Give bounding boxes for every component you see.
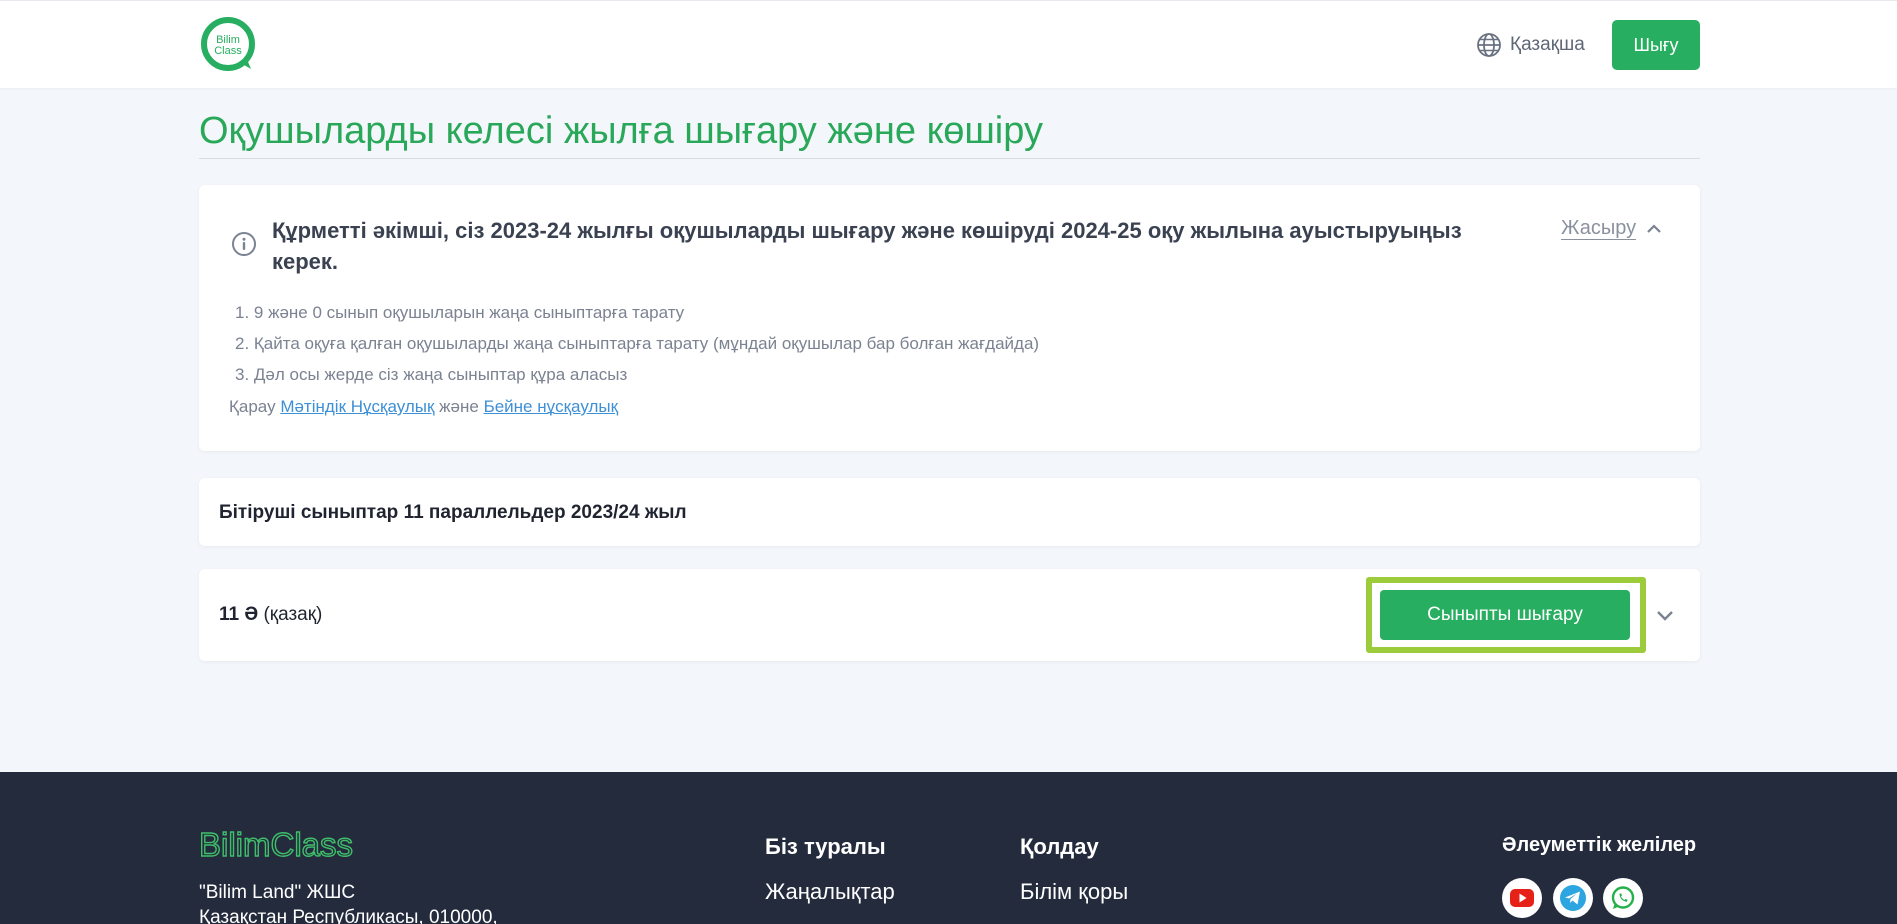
globe-icon	[1477, 33, 1501, 57]
class-language: (қазақ)	[263, 604, 323, 625]
support-title: Қолдау	[1020, 834, 1099, 859]
text-guide-link[interactable]: Мәтіндік Нұсқаулық	[280, 397, 434, 416]
hide-label: Жасыру	[1561, 217, 1637, 240]
exit-button[interactable]: Шығу	[1612, 20, 1700, 70]
list-item: 3. Дәл осы жерде сіз жаңа сыныптар құра …	[235, 365, 628, 384]
company-name: "Bilim Land" ЖШС	[199, 882, 356, 903]
bilimclass-logo[interactable]: Bilim Class	[199, 15, 257, 73]
knowledge-base-link[interactable]: Білім қоры	[1020, 879, 1128, 905]
hide-toggle[interactable]: Жасыру	[1561, 217, 1662, 240]
list-item: 2. Қайта оқуға қалған оқушыларды жаңа сы…	[235, 334, 1040, 353]
about-title: Біз туралы	[765, 834, 886, 859]
youtube-icon	[1510, 889, 1534, 907]
info-panel: Құрметті әкімші, сіз 2023-24 жылғы оқушы…	[199, 185, 1700, 451]
release-class-button[interactable]: Сыныпты шығару	[1380, 590, 1630, 640]
chevron-up-icon	[1647, 223, 1661, 233]
chevron-down-icon[interactable]	[1654, 604, 1676, 626]
guides-row: Қарау Мәтіндік Нұсқаулық және Бейне нұсқ…	[229, 397, 618, 417]
graduating-classes-panel: Бітіруші сыныптар 11 параллельдер 2023/2…	[199, 478, 1700, 546]
class-number: 11 Ә	[219, 604, 259, 625]
class-name: 11 Ә (қазақ)	[219, 604, 322, 626]
footer-brand-logo[interactable]: BilimClass	[199, 828, 409, 862]
svg-text:BilimClass: BilimClass	[199, 828, 353, 862]
company-info: "Bilim Land" ЖШС Қазақстан Республикасы,…	[199, 880, 498, 924]
info-icon	[232, 232, 256, 256]
language-label: Қазақша	[1510, 34, 1585, 55]
telegram-link[interactable]	[1553, 878, 1593, 918]
video-guide-link[interactable]: Бейне нұсқаулық	[484, 397, 618, 416]
page-title: Оқушыларды келесі жылға шығару және көші…	[199, 110, 1043, 152]
footer: BilimClass "Bilim Land" ЖШС Қазақстан Ре…	[0, 772, 1897, 924]
company-address: Қазақстан Республикасы, 010000,	[199, 907, 498, 924]
social-title: Әлеуметтік желілер	[1502, 834, 1697, 856]
language-selector[interactable]: Қазақша	[1476, 31, 1585, 59]
class-row: 11 Ә (қазақ) Сыныпты шығару	[199, 569, 1700, 661]
whatsapp-icon	[1611, 886, 1635, 909]
news-link[interactable]: Жаңалықтар	[765, 879, 895, 905]
list-item: 1. 9 және 0 сынып оқушыларын жаңа сыныпт…	[235, 303, 685, 322]
whatsapp-link[interactable]	[1603, 878, 1643, 918]
graduating-title: Бітіруші сыныптар 11 параллельдер 2023/2…	[219, 502, 687, 523]
see-prefix: Қарау	[229, 397, 276, 416]
title-divider	[199, 158, 1700, 159]
youtube-link[interactable]	[1502, 878, 1542, 918]
and-word: және	[439, 397, 479, 416]
info-heading: Құрметті әкімші, сіз 2023-24 жылғы оқушы…	[272, 218, 1462, 274]
steps-list: 1. 9 және 0 сынып оқушыларын жаңа сыныпт…	[235, 297, 1039, 390]
svg-text:Class: Class	[214, 45, 242, 57]
telegram-icon	[1560, 885, 1586, 911]
top-header: Bilim Class Қазақша Шығу	[0, 0, 1897, 88]
